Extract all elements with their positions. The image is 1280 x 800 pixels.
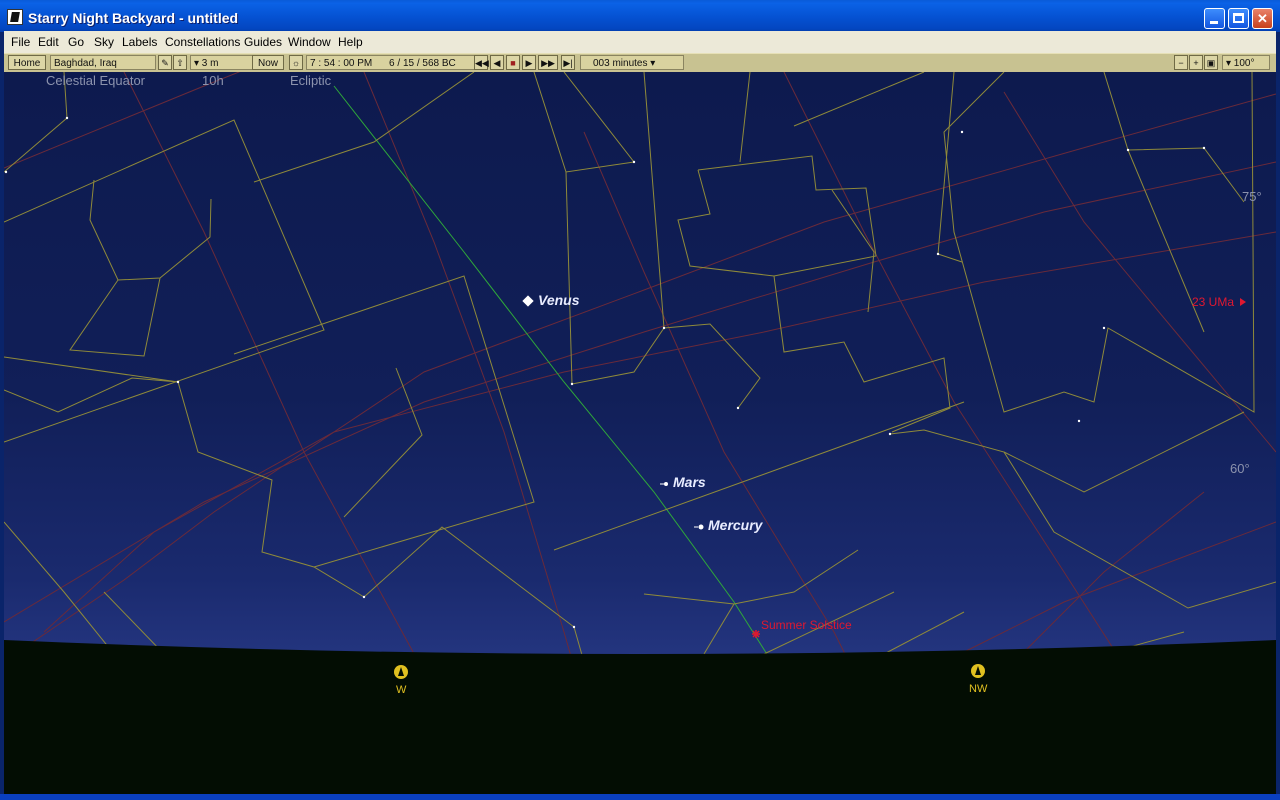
maximize-button[interactable] (1228, 8, 1249, 29)
star-23uma-marker (1240, 298, 1246, 306)
menu-go[interactable]: Go (68, 35, 84, 49)
star-23uma-label[interactable]: 23 UMa (1192, 295, 1234, 309)
window-title: Starry Night Backyard - untitled (28, 10, 239, 26)
celestial-equator-label: Celestial Equator (46, 73, 145, 88)
menu-file[interactable]: File (11, 35, 30, 49)
mars-label[interactable]: Mars (673, 474, 706, 490)
title-bar: Starry Night Backyard - untitled ✕ (0, 0, 1280, 32)
date-value[interactable]: 6 / 15 / 568 BC (389, 58, 456, 69)
compass-west-label: W (396, 684, 407, 696)
hand-tool-icon[interactable]: ✎ (158, 55, 172, 70)
sky-view[interactable]: Celestial Equator 10h Ecliptic 75° 60° V… (4, 72, 1276, 794)
venus-marker (522, 295, 534, 307)
window-bottom-frame (0, 794, 1280, 800)
sun-icon[interactable]: ☼ (289, 55, 303, 70)
zoom-fit-icon[interactable]: ▣ (1204, 55, 1218, 70)
menu-edit[interactable]: Edit (38, 35, 59, 49)
sky-chart (4, 72, 1276, 794)
ra-10h-label: 10h (202, 73, 224, 88)
home-button[interactable]: Home (8, 55, 46, 70)
altitude-75-label: 75° (1242, 189, 1262, 204)
close-icon: ✕ (1257, 11, 1268, 26)
menu-help[interactable]: Help (338, 35, 363, 49)
ground (4, 640, 1276, 794)
menu-constellations[interactable]: Constellations (165, 35, 240, 49)
menu-window[interactable]: Window (288, 35, 331, 49)
venus-label[interactable]: Venus (538, 292, 580, 308)
constellation-lines (4, 72, 1276, 663)
step-back-icon[interactable]: ◀ (490, 55, 504, 70)
summer-solstice-marker (752, 630, 760, 638)
fast-forward-icon[interactable]: ▶| (561, 55, 575, 70)
elevation-tool-icon[interactable]: ⇧ (173, 55, 187, 70)
mercury-marker (698, 524, 704, 530)
elevation-select[interactable]: ▾ 3 m (190, 55, 260, 70)
stop-icon[interactable]: ■ (506, 55, 520, 70)
time-value[interactable]: 7 : 54 : 00 PM (310, 58, 372, 69)
ecliptic-label: Ecliptic (290, 73, 332, 88)
altitude-60-label: 60° (1230, 461, 1250, 476)
minimize-icon (1210, 21, 1218, 24)
summer-solstice-label[interactable]: Summer Solstice (761, 618, 852, 632)
location-field[interactable]: Baghdad, Iraq (50, 55, 156, 70)
time-step-select[interactable]: 003 minutes ▾ (580, 55, 684, 70)
play-icon[interactable]: ▶ (522, 55, 536, 70)
maximize-icon (1233, 13, 1244, 23)
minimize-button[interactable] (1204, 8, 1225, 29)
zoom-select[interactable]: ▾ 100° (1222, 55, 1270, 70)
step-forward-icon[interactable]: ▶▶ (538, 55, 558, 70)
rewind-icon[interactable]: ◀◀ (474, 55, 489, 70)
mercury-label[interactable]: Mercury (708, 517, 762, 533)
menu-bar: File Edit Go Sky Labels Constellations G… (4, 31, 1276, 54)
close-button[interactable]: ✕ (1252, 8, 1273, 29)
menu-sky[interactable]: Sky (94, 35, 114, 49)
now-button[interactable]: Now (252, 55, 284, 70)
date-time-field[interactable]: 7 : 54 : 00 PM 6 / 15 / 568 BC (306, 55, 478, 70)
toolbar: Home Baghdad, Iraq ✎ ⇧ ▾ 3 m Now ☼ 7 : 5… (4, 53, 1276, 74)
zoom-in-icon[interactable]: + (1189, 55, 1203, 70)
menu-guides[interactable]: Guides (244, 35, 282, 49)
zoom-out-icon[interactable]: − (1174, 55, 1188, 70)
compass-northwest-label: NW (969, 683, 988, 695)
ecliptic-line (333, 85, 795, 698)
menu-labels[interactable]: Labels (122, 35, 157, 49)
mars-marker (664, 482, 668, 486)
app-icon[interactable] (7, 9, 23, 25)
